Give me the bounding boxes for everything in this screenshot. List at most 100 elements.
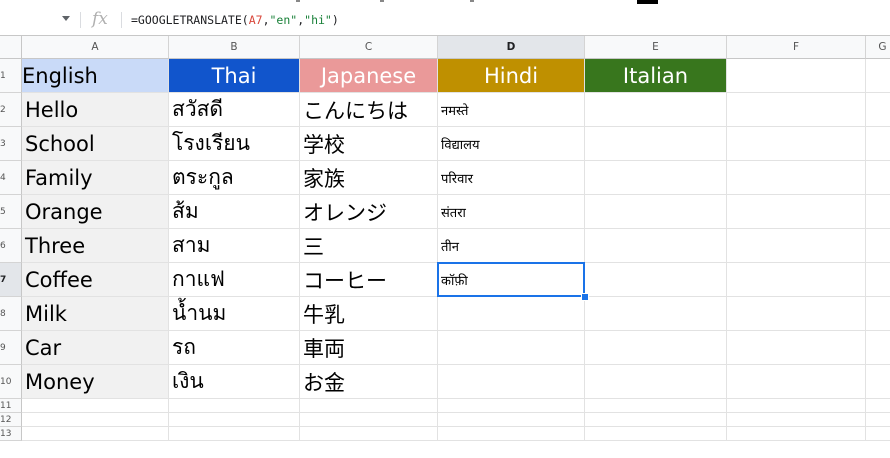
- empty-cell[interactable]: [300, 399, 438, 413]
- header-cell-japanese[interactable]: Japanese: [300, 59, 438, 93]
- english-cell[interactable]: Money: [22, 365, 169, 399]
- thai-cell[interactable]: โรงเรียน: [169, 127, 300, 161]
- hindi-cell[interactable]: नमस्ते: [438, 93, 585, 127]
- cell-g1[interactable]: [866, 59, 890, 93]
- empty-cell[interactable]: [169, 427, 300, 441]
- empty-cell[interactable]: [585, 413, 727, 427]
- row-header-6[interactable]: 6: [0, 229, 22, 263]
- empty-cell[interactable]: [727, 263, 866, 297]
- english-cell[interactable]: Coffee: [22, 263, 169, 297]
- header-cell-thai[interactable]: Thai: [169, 59, 300, 93]
- row-header-13[interactable]: 13: [0, 427, 22, 441]
- italian-cell[interactable]: [585, 297, 727, 331]
- italian-cell[interactable]: [585, 331, 727, 365]
- hindi-cell[interactable]: संतरा: [438, 195, 585, 229]
- empty-cell[interactable]: [438, 399, 585, 413]
- column-header-a[interactable]: A: [22, 36, 169, 59]
- row-header-8[interactable]: 8: [0, 297, 22, 331]
- empty-cell[interactable]: [727, 331, 866, 365]
- empty-cell[interactable]: [866, 93, 890, 127]
- empty-cell[interactable]: [438, 413, 585, 427]
- empty-cell[interactable]: [22, 399, 169, 413]
- japanese-cell[interactable]: オレンジ: [300, 195, 438, 229]
- empty-cell[interactable]: [727, 297, 866, 331]
- thai-cell[interactable]: สวัสดี: [169, 93, 300, 127]
- thai-cell[interactable]: รถ: [169, 331, 300, 365]
- thai-cell[interactable]: ส้ม: [169, 195, 300, 229]
- italian-cell[interactable]: [585, 93, 727, 127]
- empty-cell[interactable]: [866, 297, 890, 331]
- empty-cell[interactable]: [866, 365, 890, 399]
- row-header-2[interactable]: 2: [0, 93, 22, 127]
- hindi-cell[interactable]: [438, 297, 585, 331]
- row-header-3[interactable]: 3: [0, 127, 22, 161]
- formula-input[interactable]: =GOOGLETRANSLATE(A7,"en","hi"): [131, 13, 339, 27]
- empty-cell[interactable]: [727, 195, 866, 229]
- english-cell[interactable]: Family: [22, 161, 169, 195]
- column-header-f[interactable]: F: [727, 36, 866, 59]
- thai-cell[interactable]: สาม: [169, 229, 300, 263]
- hindi-cell[interactable]: [438, 365, 585, 399]
- empty-cell[interactable]: [585, 399, 727, 413]
- japanese-cell[interactable]: お金: [300, 365, 438, 399]
- italian-cell[interactable]: [585, 365, 727, 399]
- row-header-4[interactable]: 4: [0, 161, 22, 195]
- column-header-g[interactable]: G: [866, 36, 890, 59]
- hindi-cell[interactable]: परिवार: [438, 161, 585, 195]
- english-cell[interactable]: Car: [22, 331, 169, 365]
- empty-cell[interactable]: [866, 399, 890, 413]
- empty-cell[interactable]: [727, 399, 866, 413]
- italian-cell[interactable]: [585, 229, 727, 263]
- column-header-e[interactable]: E: [585, 36, 727, 59]
- japanese-cell[interactable]: こんにちは: [300, 93, 438, 127]
- english-cell[interactable]: Hello: [22, 93, 169, 127]
- english-cell[interactable]: Three: [22, 229, 169, 263]
- empty-cell[interactable]: [866, 263, 890, 297]
- english-cell[interactable]: School: [22, 127, 169, 161]
- row-header-5[interactable]: 5: [0, 195, 22, 229]
- empty-cell[interactable]: [866, 427, 890, 441]
- column-header-d[interactable]: D: [438, 36, 585, 59]
- column-header-b[interactable]: B: [169, 36, 300, 59]
- empty-cell[interactable]: [169, 413, 300, 427]
- header-cell-hindi[interactable]: Hindi: [438, 59, 585, 93]
- thai-cell[interactable]: น้ำนม: [169, 297, 300, 331]
- empty-cell[interactable]: [727, 127, 866, 161]
- hindi-cell[interactable]: कॉफ़ी: [438, 263, 585, 297]
- empty-cell[interactable]: [300, 427, 438, 441]
- column-header-c[interactable]: C: [300, 36, 438, 59]
- empty-cell[interactable]: [727, 413, 866, 427]
- empty-cell[interactable]: [866, 127, 890, 161]
- empty-cell[interactable]: [866, 331, 890, 365]
- empty-cell[interactable]: [22, 427, 169, 441]
- empty-cell[interactable]: [866, 413, 890, 427]
- empty-cell[interactable]: [866, 161, 890, 195]
- italian-cell[interactable]: [585, 127, 727, 161]
- japanese-cell[interactable]: 家族: [300, 161, 438, 195]
- empty-cell[interactable]: [727, 161, 866, 195]
- row-header-12[interactable]: 12: [0, 413, 22, 427]
- name-box-dropdown-icon[interactable]: [62, 16, 70, 21]
- select-all-corner[interactable]: [0, 36, 22, 59]
- japanese-cell[interactable]: 三: [300, 229, 438, 263]
- empty-cell[interactable]: [438, 427, 585, 441]
- empty-cell[interactable]: [727, 427, 866, 441]
- hindi-cell[interactable]: तीन: [438, 229, 585, 263]
- header-cell-italian[interactable]: Italian: [585, 59, 727, 93]
- empty-cell[interactable]: [585, 427, 727, 441]
- english-cell[interactable]: Milk: [22, 297, 169, 331]
- hindi-cell[interactable]: विद्यालय: [438, 127, 585, 161]
- row-header-11[interactable]: 11: [0, 399, 22, 413]
- thai-cell[interactable]: กาแฟ: [169, 263, 300, 297]
- empty-cell[interactable]: [727, 93, 866, 127]
- japanese-cell[interactable]: 牛乳: [300, 297, 438, 331]
- cell-f1[interactable]: [727, 59, 866, 93]
- italian-cell[interactable]: [585, 263, 727, 297]
- english-cell[interactable]: Orange: [22, 195, 169, 229]
- japanese-cell[interactable]: 学校: [300, 127, 438, 161]
- empty-cell[interactable]: [169, 399, 300, 413]
- hindi-cell[interactable]: [438, 331, 585, 365]
- row-header-10[interactable]: 10: [0, 365, 22, 399]
- japanese-cell[interactable]: コーヒー: [300, 263, 438, 297]
- thai-cell[interactable]: ตระกูล: [169, 161, 300, 195]
